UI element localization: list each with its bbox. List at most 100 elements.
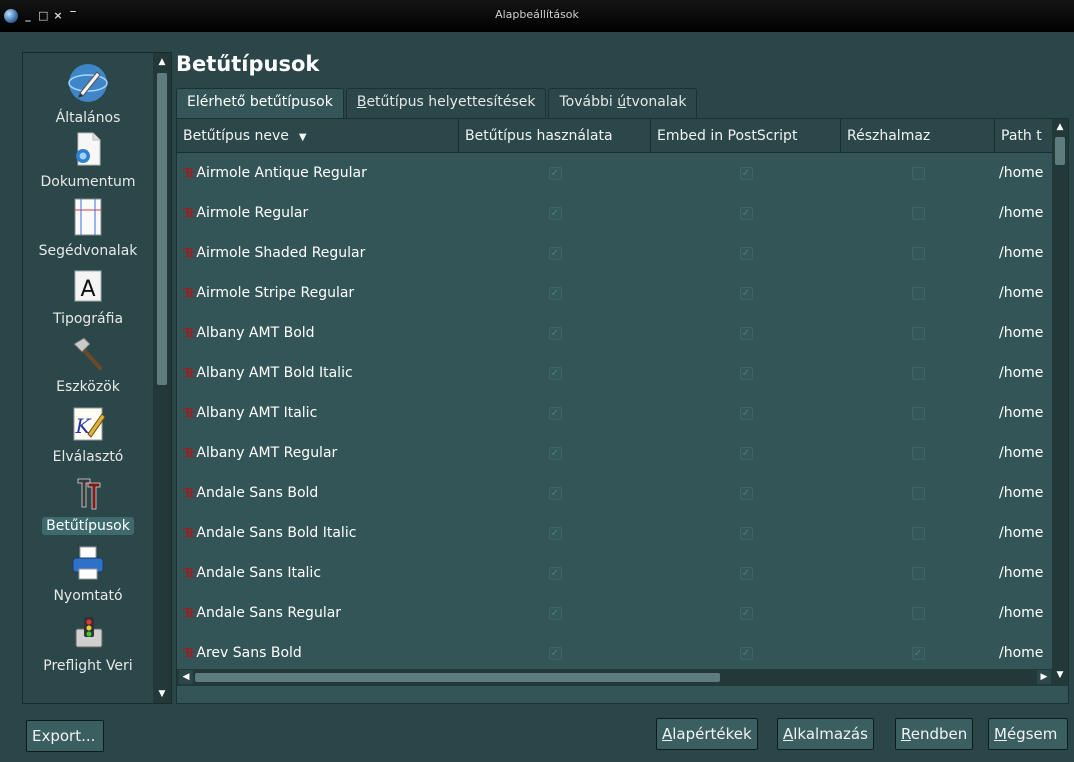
sidebar-item-guides[interactable]: Segédvonalak <box>23 196 153 260</box>
scroll-down-arrow-icon[interactable]: ▼ <box>1053 668 1067 682</box>
table-row[interactable]: Tr Andale Sans Regular ✓ ✓ /home <box>177 593 1053 633</box>
embed-checkbox[interactable]: ✓ <box>739 246 753 260</box>
table-row[interactable]: Tr Albany AMT Bold ✓ ✓ /home <box>177 313 1053 353</box>
embed-checkbox[interactable]: ✓ <box>739 606 753 620</box>
scroll-down-arrow-icon[interactable]: ▼ <box>155 687 169 701</box>
subset-checkbox[interactable] <box>911 166 925 180</box>
subset-checkbox[interactable] <box>911 486 925 500</box>
table-row[interactable]: Tr Airmole Shaded Regular ✓ ✓ /home <box>177 233 1053 273</box>
scroll-right-arrow-icon[interactable]: ▶ <box>1037 670 1051 684</box>
use-font-checkbox[interactable]: ✓ <box>548 246 562 260</box>
embed-checkbox[interactable]: ✓ <box>739 406 753 420</box>
use-font-checkbox[interactable]: ✓ <box>548 566 562 580</box>
embed-checkbox[interactable]: ✓ <box>739 206 753 220</box>
ok-button[interactable]: Rendben <box>895 718 974 750</box>
subset-checkbox[interactable] <box>911 606 925 620</box>
embed-checkbox[interactable]: ✓ <box>739 486 753 500</box>
truetype-font-icon: Tr <box>183 286 195 300</box>
subset-checkbox[interactable] <box>911 526 925 540</box>
table-row[interactable]: Tr Andale Sans Italic ✓ ✓ /home <box>177 553 1053 593</box>
use-font-checkbox[interactable]: ✓ <box>548 166 562 180</box>
defaults-button[interactable]: Alapértékek <box>656 718 758 750</box>
subset-checkbox[interactable] <box>911 286 925 300</box>
embed-cell: ✓ <box>651 513 841 553</box>
scroll-up-arrow-icon[interactable]: ▲ <box>1053 120 1067 134</box>
use-font-checkbox[interactable]: ✓ <box>548 486 562 500</box>
tab-label: Elérhető betűtípusok <box>187 94 333 110</box>
font-name: Airmole Shaded Regular <box>196 245 366 261</box>
use-font-checkbox[interactable]: ✓ <box>548 326 562 340</box>
subset-checkbox[interactable] <box>911 566 925 580</box>
table-row[interactable]: Tr Airmole Stripe Regular ✓ ✓ /home <box>177 273 1053 313</box>
column-header-embed[interactable]: Embed in PostScript <box>651 119 841 153</box>
tab-additional-paths[interactable]: További útvonalak <box>548 88 698 118</box>
subset-checkbox[interactable] <box>911 366 925 380</box>
table-row[interactable]: Tr Albany AMT Regular ✓ ✓ /home <box>177 433 1053 473</box>
embed-checkbox[interactable]: ✓ <box>739 646 753 660</box>
use-font-checkbox[interactable]: ✓ <box>548 526 562 540</box>
column-header-font-name[interactable]: Betűtípus neve ▼ <box>177 119 459 153</box>
embed-checkbox[interactable]: ✓ <box>739 166 753 180</box>
subset-checkbox[interactable]: ✓ <box>911 646 925 660</box>
embed-cell: ✓ <box>651 193 841 233</box>
table-row[interactable]: Tr Albany AMT Bold Italic ✓ ✓ /home <box>177 353 1053 393</box>
embed-checkbox[interactable]: ✓ <box>739 326 753 340</box>
scrollbar-thumb[interactable] <box>195 673 720 682</box>
table-row[interactable]: Tr Albany AMT Italic ✓ ✓ /home <box>177 393 1053 433</box>
use-font-cell: ✓ <box>459 513 651 553</box>
scroll-up-arrow-icon[interactable]: ▲ <box>155 55 169 69</box>
subset-checkbox[interactable] <box>911 326 925 340</box>
tab-bar: Elérhető betűtípusok Betűtípus helyettes… <box>176 88 699 118</box>
table-row[interactable]: Tr Andale Sans Bold ✓ ✓ /home <box>177 473 1053 513</box>
tab-font-substitutions[interactable]: Betűtípus helyettesítések <box>345 88 547 118</box>
sidebar-item-typography[interactable]: A Tipográfia <box>23 266 153 328</box>
sidebar-item-general[interactable]: Általános <box>23 61 153 127</box>
scroll-left-arrow-icon[interactable]: ◀ <box>179 670 193 684</box>
use-font-checkbox[interactable]: ✓ <box>548 206 562 220</box>
embed-checkbox[interactable]: ✓ <box>739 566 753 580</box>
sidebar-scrollbar[interactable]: ▲ ▼ <box>153 53 171 703</box>
tab-available-fonts[interactable]: Elérhető betűtípusok <box>176 88 344 118</box>
table-row[interactable]: Tr Andale Sans Bold Italic ✓ ✓ /home <box>177 513 1053 553</box>
scrollbar-thumb[interactable] <box>157 73 167 385</box>
embed-checkbox[interactable]: ✓ <box>739 286 753 300</box>
embed-checkbox[interactable]: ✓ <box>739 446 753 460</box>
scrollbar-thumb[interactable] <box>1055 137 1065 165</box>
subset-checkbox[interactable] <box>911 406 925 420</box>
subset-checkbox[interactable] <box>911 206 925 220</box>
table-row[interactable]: Tr Arev Sans Bold ✓ ✓ ✓ /home <box>177 633 1053 673</box>
subset-cell <box>841 553 995 593</box>
embed-checkbox[interactable]: ✓ <box>739 526 753 540</box>
horizontal-scrollbar[interactable]: ◀ ▶ <box>177 669 1053 686</box>
font-name-cell: Tr Airmole Antique Regular <box>177 153 459 193</box>
sidebar-item-hyphenator[interactable]: K Elválasztó <box>23 404 153 466</box>
subset-checkbox[interactable] <box>911 246 925 260</box>
embed-cell: ✓ <box>651 593 841 633</box>
export-button[interactable]: Export... <box>26 720 104 752</box>
table-row[interactable]: Tr Airmole Regular ✓ ✓ /home <box>177 193 1053 233</box>
apply-button[interactable]: Alkalmazás <box>777 718 874 750</box>
use-font-checkbox[interactable]: ✓ <box>548 446 562 460</box>
font-path: /home <box>999 245 1044 261</box>
column-header-subset[interactable]: Részhalmaz <box>841 119 995 153</box>
subset-checkbox[interactable] <box>911 446 925 460</box>
sidebar-item-printer[interactable]: Nyomtató <box>23 543 153 605</box>
cancel-button[interactable]: Mégsem <box>988 718 1068 750</box>
use-font-checkbox[interactable]: ✓ <box>548 646 562 660</box>
use-font-checkbox[interactable]: ✓ <box>548 606 562 620</box>
font-name: Andale Sans Italic <box>196 565 322 581</box>
use-font-checkbox[interactable]: ✓ <box>548 406 562 420</box>
fonts-icon <box>77 478 101 510</box>
table-row[interactable]: Tr Airmole Antique Regular ✓ ✓ /home <box>177 153 1053 193</box>
use-font-checkbox[interactable]: ✓ <box>548 366 562 380</box>
column-header-use-font[interactable]: Betűtípus használata <box>459 119 651 153</box>
sidebar-item-fonts[interactable]: Betűtípusok <box>23 473 153 535</box>
column-header-path[interactable]: Path t <box>995 119 1053 153</box>
embed-checkbox[interactable]: ✓ <box>739 366 753 380</box>
sidebar-item-preflight[interactable]: Preflight Veri <box>23 613 153 675</box>
sidebar-item-document[interactable]: Dokumentum <box>23 129 153 191</box>
vertical-scrollbar[interactable]: ▲ ▼ <box>1052 119 1068 686</box>
use-font-checkbox[interactable]: ✓ <box>548 286 562 300</box>
sidebar-item-tools[interactable]: Eszközök <box>23 334 153 396</box>
tab-label: További <box>559 94 618 110</box>
